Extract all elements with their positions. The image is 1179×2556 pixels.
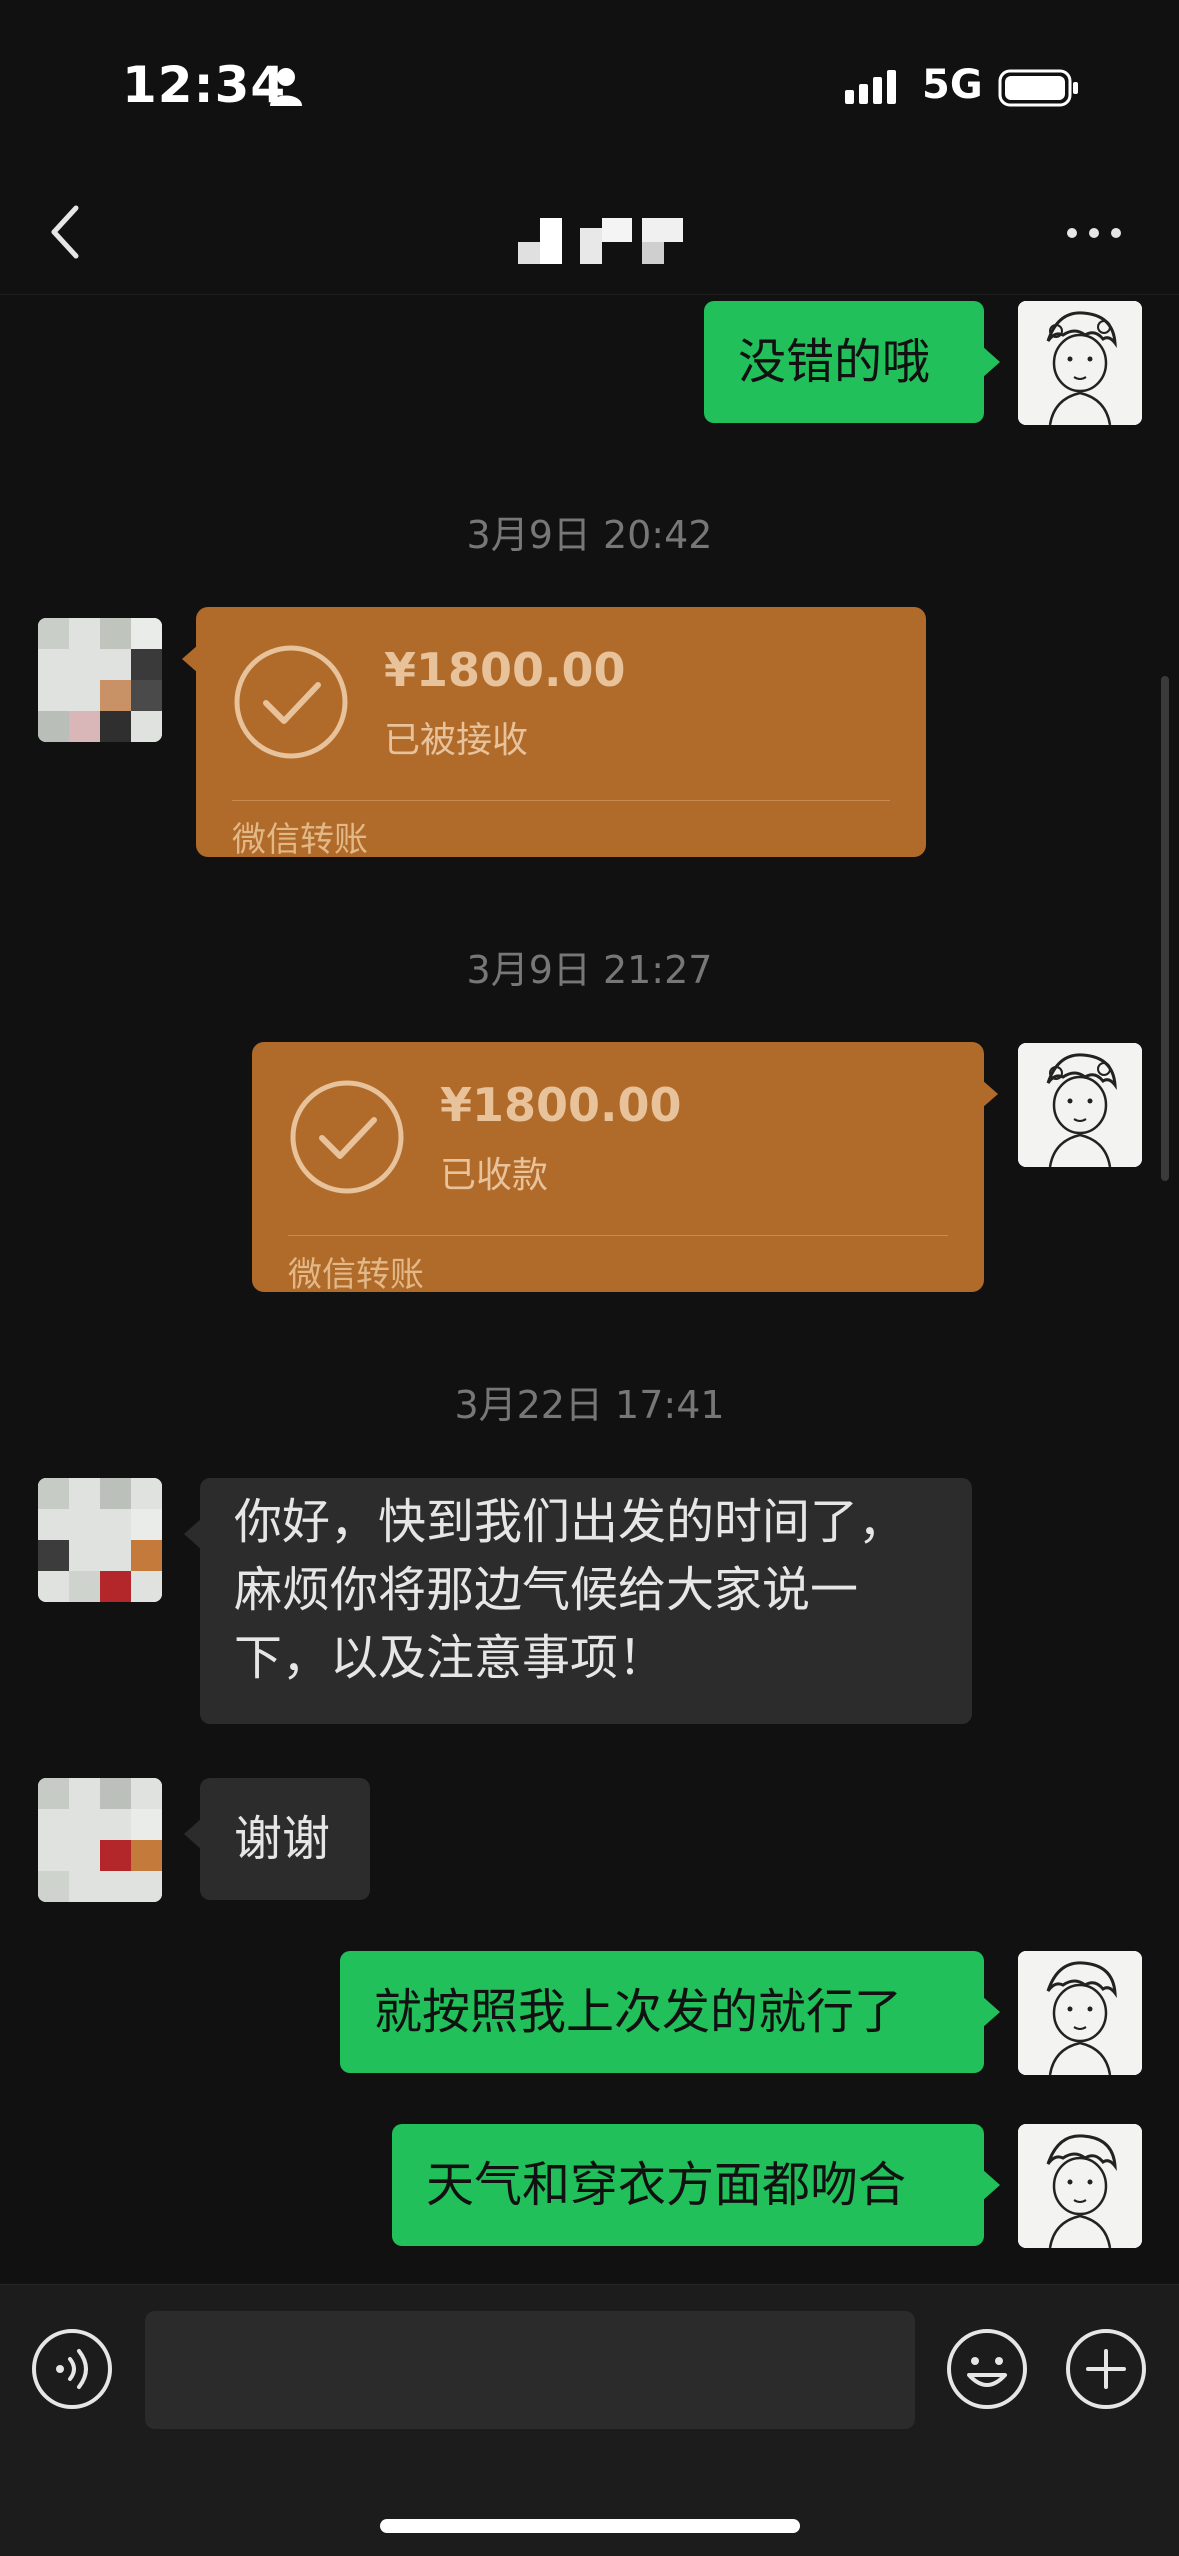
timestamp: 3月9日 21:27 — [466, 948, 713, 992]
transfer-divider — [232, 800, 890, 801]
transfer-amount: ¥1800.00 — [384, 643, 626, 697]
person-icon — [270, 68, 302, 106]
scrollbar[interactable] — [1161, 676, 1169, 1181]
transfer-label: 微信转账 — [288, 1255, 424, 1295]
battery-icon — [998, 69, 1078, 107]
avatar-me[interactable] — [1018, 1951, 1142, 2075]
avatar-drawing — [1018, 1951, 1142, 2075]
transfer-amount: ¥1800.00 — [440, 1078, 682, 1132]
avatar-drawing — [1018, 1043, 1142, 1167]
message-line: 麻烦你将那边气候给大家说一 — [234, 1562, 859, 1618]
message-text: 天气和穿衣方面都吻合 — [426, 2157, 907, 2213]
network-type: 5G — [922, 62, 983, 108]
back-icon[interactable] — [44, 200, 88, 264]
message-bubble-sent[interactable]: 没错的哦 — [704, 301, 1000, 423]
home-indicator[interactable] — [380, 2519, 800, 2533]
message-bubble-sent[interactable]: 就按照我上次发的就行了 — [340, 1951, 1000, 2073]
transfer-status: 已被接收 — [384, 720, 529, 761]
message-text: 就按照我上次发的就行了 — [374, 1984, 903, 2040]
avatar-mosaic — [38, 1778, 162, 1902]
transfer-status: 已收款 — [440, 1155, 549, 1196]
chat-area[interactable]: 没错的哦 3月9日 20:42 ¥1800.00 已被接收 微信转账 3月9日 … — [0, 296, 1179, 2284]
timestamp: 3月22日 17:41 — [454, 1383, 725, 1427]
input-bar — [0, 2284, 1179, 2556]
status-bar: 12:34 5G — [0, 0, 1179, 170]
message-text: 没错的哦 — [738, 334, 931, 390]
avatar-me[interactable] — [1018, 1043, 1142, 1167]
message-input[interactable] — [145, 2311, 915, 2429]
more-icon[interactable] — [1064, 220, 1124, 246]
message-bubble-sent[interactable]: 天气和穿衣方面都吻合 — [392, 2124, 1000, 2246]
transfer-divider — [288, 1235, 948, 1236]
avatar-contact[interactable] — [38, 1778, 162, 1902]
avatar-me[interactable] — [1018, 2124, 1142, 2248]
avatar-contact[interactable] — [38, 1478, 162, 1602]
avatar-drawing — [1018, 301, 1142, 425]
avatar-mosaic — [38, 618, 162, 742]
avatar-me[interactable] — [1018, 301, 1142, 425]
transfer-card-sent[interactable]: ¥1800.00 已收款 微信转账 — [252, 1042, 998, 1295]
timestamp: 3月9日 20:42 — [466, 513, 713, 557]
transfer-card-received[interactable]: ¥1800.00 已被接收 微信转账 — [182, 607, 926, 860]
voice-icon[interactable] — [30, 2327, 114, 2411]
check-icon — [234, 645, 348, 759]
avatar-drawing — [1018, 2124, 1142, 2248]
signal-icon — [845, 70, 905, 104]
chat-title — [518, 218, 683, 264]
message-line: 你好，快到我们出发的时间了， — [234, 1494, 907, 1550]
message-bubble-received[interactable]: 谢谢 — [184, 1778, 370, 1900]
transfer-label: 微信转账 — [232, 820, 368, 860]
emoji-icon[interactable] — [945, 2327, 1029, 2411]
nav-bar — [0, 170, 1179, 295]
avatar-contact[interactable] — [38, 618, 162, 742]
message-line: 下，以及注意事项！ — [234, 1630, 667, 1686]
message-text: 谢谢 — [234, 1811, 331, 1867]
message-bubble-received[interactable]: 你好，快到我们出发的时间了， 麻烦你将那边气候给大家说一 下，以及注意事项！ — [184, 1478, 972, 1724]
plus-icon[interactable] — [1064, 2327, 1148, 2411]
status-time: 12:34 — [122, 56, 287, 114]
avatar-mosaic — [38, 1478, 162, 1602]
check-icon — [290, 1080, 404, 1194]
